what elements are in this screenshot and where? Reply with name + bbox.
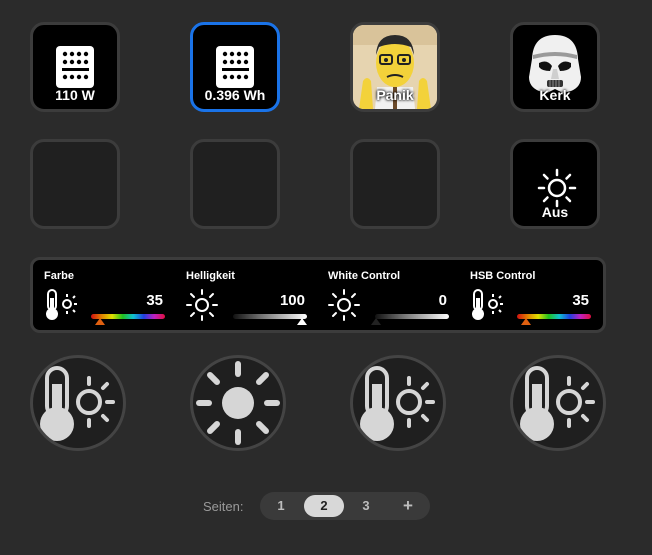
segment-value: 0: [438, 292, 447, 309]
slider-marker[interactable]: [297, 318, 307, 325]
thermometer-sun-icon: [40, 366, 115, 441]
page-button-1[interactable]: 1: [261, 495, 301, 517]
dial-hsb-control[interactable]: [510, 355, 606, 451]
segment-value: 35: [572, 292, 589, 309]
key-empty[interactable]: [190, 139, 280, 229]
thermometer-sun-icon: [472, 289, 503, 320]
key-empty[interactable]: [350, 139, 440, 229]
segment-title: Helligkeit: [186, 270, 235, 282]
key-power-watts[interactable]: 110 W: [30, 22, 120, 112]
segment-title: Farbe: [44, 270, 74, 282]
sun-icon: [186, 289, 218, 321]
touch-strip[interactable]: Farbe 35 Helligkeit 100 White Control 0 …: [30, 257, 606, 333]
outlet-icon: [56, 46, 94, 88]
sun-icon: [537, 168, 577, 208]
key-panik[interactable]: Panik: [350, 22, 440, 112]
add-page-button[interactable]: +: [388, 495, 428, 517]
key-label: Panik: [376, 87, 414, 103]
slider-marker[interactable]: [371, 318, 381, 325]
thermometer-sun-icon: [46, 289, 77, 320]
segment-title: HSB Control: [470, 270, 536, 282]
segment-value: 35: [146, 292, 163, 309]
brightness-slider-track[interactable]: [233, 314, 307, 319]
key-light-off[interactable]: Aus: [510, 139, 600, 229]
key-empty[interactable]: [30, 139, 120, 229]
outlet-icon: [216, 46, 254, 88]
dial-color-temperature[interactable]: [30, 355, 126, 451]
page-button-2[interactable]: 2: [304, 495, 344, 517]
strip-segment-helligkeit[interactable]: Helligkeit 100: [175, 260, 315, 330]
key-kerk[interactable]: Kerk: [510, 22, 600, 112]
page-button-3[interactable]: 3: [346, 495, 386, 517]
thermometer-sun-icon: [360, 366, 435, 441]
key-label: Kerk: [539, 87, 571, 103]
strip-segment-hsb-control[interactable]: HSB Control 35: [459, 260, 599, 330]
sun-icon: [196, 361, 280, 445]
strip-segment-white-control[interactable]: White Control 0: [317, 260, 457, 330]
sun-icon: [328, 289, 360, 321]
white-slider-track[interactable]: [375, 314, 449, 319]
key-label: Aus: [541, 204, 569, 220]
key-label: 110 W: [55, 87, 95, 103]
segment-value: 100: [279, 292, 305, 309]
dial-white-control[interactable]: [350, 355, 446, 451]
slider-marker[interactable]: [521, 318, 531, 325]
thermometer-sun-icon: [520, 366, 595, 441]
dial-brightness[interactable]: [190, 355, 286, 451]
segment-title: White Control: [328, 270, 401, 282]
strip-segment-farbe[interactable]: Farbe 35: [33, 260, 173, 330]
key-energy-wh[interactable]: 0.396 Wh: [190, 22, 280, 112]
slider-marker[interactable]: [95, 318, 105, 325]
page-pill: 1 2 3 +: [260, 492, 430, 520]
pages-label: Seiten:: [203, 499, 244, 514]
key-label: 0.396 Wh: [204, 87, 266, 103]
